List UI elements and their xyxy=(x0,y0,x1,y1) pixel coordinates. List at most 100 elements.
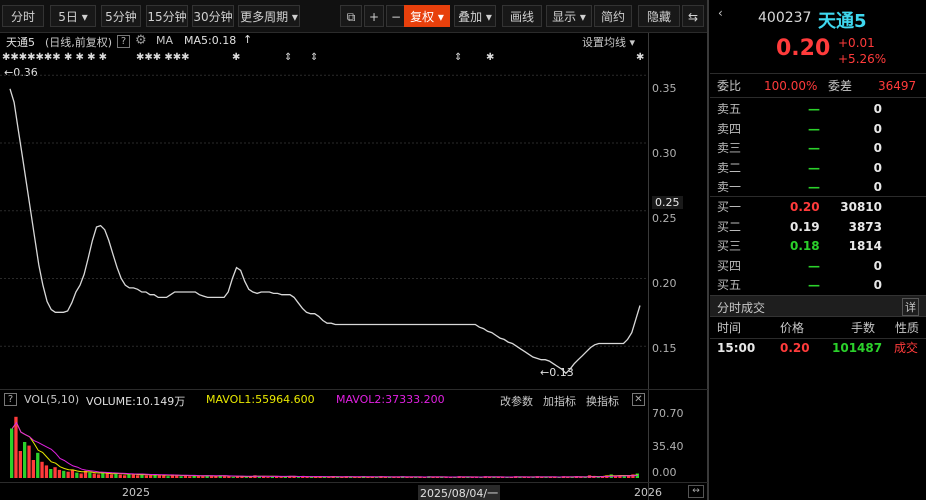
restore-rights-label: 复权 xyxy=(410,10,435,24)
five-day-label: 5日 xyxy=(58,10,78,24)
bid-label: 买三 xyxy=(717,239,742,254)
ma5-value: MA5:0.18 xyxy=(184,34,237,47)
volume-bar xyxy=(18,451,22,478)
volume-tick: 70.70 xyxy=(652,407,684,420)
bid-row: 买一 0.20 30810 xyxy=(710,197,926,217)
ask-volume: 0 xyxy=(873,141,882,156)
bid-volume: 30810 xyxy=(840,200,882,214)
five-min-button[interactable]: 5分钟 xyxy=(101,5,141,27)
volume-bar xyxy=(105,473,109,478)
volume-bar xyxy=(222,476,227,478)
mavol1-value: MAVOL1:55964.600 xyxy=(206,393,315,406)
collapse-icon[interactable]: ‹ xyxy=(718,6,723,20)
overlay-button[interactable]: 叠加 ▾ xyxy=(454,5,496,27)
volume-bar xyxy=(118,474,122,478)
ask-label: 卖四 xyxy=(717,121,742,136)
volume-bar xyxy=(622,476,626,478)
mavol1-line xyxy=(11,421,638,478)
volume-bar xyxy=(36,452,40,478)
col-volume: 手数 xyxy=(851,321,876,335)
change-indicator-link[interactable]: 换指标 xyxy=(586,393,619,409)
trades-header-bar: 分时成交 详 xyxy=(710,295,926,317)
zoom-out-icon[interactable]: − xyxy=(386,5,406,27)
trade-row: 15:00 0.20 101487 成交 xyxy=(710,338,926,358)
ask-volume: 0 xyxy=(873,160,882,175)
col-type: 性质 xyxy=(895,321,920,335)
simple-button[interactable]: 简约 xyxy=(594,5,632,27)
volume-bar xyxy=(335,477,340,478)
chart-toolbar: 分时 5日 ▾ 5分钟 15分钟 30分钟 更多周期 ▾ ⧉ + − 复权 ▾ … xyxy=(0,0,708,33)
detail-button[interactable]: 详 xyxy=(902,298,919,316)
scroll-icon[interactable]: ↔ xyxy=(688,485,704,498)
bid-price: 0.19 xyxy=(790,219,820,234)
price-tick-current: 0.25 xyxy=(652,196,683,209)
five-day-button[interactable]: 5日 ▾ xyxy=(50,5,96,27)
help-icon[interactable]: ? xyxy=(117,35,130,48)
chart-info-bar: 天通5 (日线,前复权) ? ⚙ MA MA5:0.18 ↑ 设置均线 ▾ xyxy=(0,33,650,50)
ask-row: 卖二 — 0 xyxy=(710,158,926,178)
edit-params-link[interactable]: 改参数 xyxy=(500,393,533,409)
more-periods-button[interactable]: 更多周期 ▾ xyxy=(238,5,300,27)
fifteen-min-button[interactable]: 15分钟 xyxy=(146,5,188,27)
bid-volume: 0 xyxy=(873,278,882,293)
volume-bar xyxy=(348,477,353,478)
time-tick: 2025 xyxy=(122,486,150,499)
bid-price: — xyxy=(808,278,820,293)
copy-icon[interactable]: ⧉ xyxy=(340,5,362,27)
price-change: +0.01 xyxy=(838,36,875,50)
ask-label: 卖三 xyxy=(717,141,742,156)
trade-price: 0.20 xyxy=(780,341,810,355)
volume-bar xyxy=(305,477,309,478)
volume-bar xyxy=(322,477,327,478)
ask-label: 卖二 xyxy=(717,160,742,175)
expand-icon[interactable]: ⇆ xyxy=(682,5,704,27)
volume-bar xyxy=(162,475,166,478)
volume-bar xyxy=(123,475,127,478)
bid-row: 买三 0.18 1814 xyxy=(710,236,926,256)
weibi-value: 100.00% xyxy=(764,79,818,93)
bid-label: 买五 xyxy=(717,278,742,293)
volume-value: VOLUME:10.149万 xyxy=(86,395,186,408)
volume-bar xyxy=(279,477,283,478)
volume-bar xyxy=(101,472,105,478)
draw-line-button[interactable]: 画线 xyxy=(502,5,542,27)
close-icon[interactable]: ✕ xyxy=(632,393,645,406)
add-indicator-link[interactable]: 加指标 xyxy=(543,393,576,409)
volume-tick: 35.40 xyxy=(652,440,684,453)
gear-icon[interactable]: ⚙ xyxy=(135,33,147,48)
display-button[interactable]: 显示 ▾ xyxy=(546,5,592,27)
timeshare-label: 分时 xyxy=(10,10,35,24)
vol-label: VOL(5,10) xyxy=(24,393,80,406)
volume-bar xyxy=(201,476,205,478)
bid-row: 买四 — 0 xyxy=(710,256,926,276)
ask-price: — xyxy=(808,180,820,195)
col-time: 时间 xyxy=(717,321,742,335)
volume-bar xyxy=(149,475,153,478)
bid-price: 0.20 xyxy=(790,200,820,214)
volume-bar xyxy=(231,477,235,478)
volume-bar xyxy=(296,477,301,478)
ask-label: 卖五 xyxy=(717,102,742,116)
ma-label: MA xyxy=(156,34,174,47)
restore-rights-button[interactable]: 复权 ▾ xyxy=(404,5,450,27)
bid-price: — xyxy=(808,258,820,273)
volume-tick: 0.00 xyxy=(652,466,677,479)
ask-row: 卖四 — 0 xyxy=(710,119,926,139)
help-icon[interactable]: ? xyxy=(4,393,17,406)
hide-button[interactable]: 隐藏 xyxy=(638,5,680,27)
quote-panel: ‹ 400237 天通5 0.20 +0.01 +5.26% 委比 100.00… xyxy=(710,0,926,500)
settings-ma-button[interactable]: 设置均线 ▾ xyxy=(582,34,635,50)
timeshare-button[interactable]: 分时 xyxy=(2,5,44,27)
volume-bar xyxy=(596,477,600,478)
trades-title: 分时成交 xyxy=(717,301,766,315)
zoom-in-icon[interactable]: + xyxy=(364,5,384,27)
display-label: 显示 xyxy=(552,10,577,24)
volume-bar xyxy=(157,475,161,478)
time-axis-divider xyxy=(0,482,708,483)
volume-bar xyxy=(166,476,170,478)
hide-label: 隐藏 xyxy=(646,10,671,24)
volume-bar xyxy=(309,477,314,478)
thirty-min-button[interactable]: 30分钟 xyxy=(192,5,234,27)
volume-bar xyxy=(53,467,57,478)
overlay-label: 叠加 xyxy=(458,10,483,24)
